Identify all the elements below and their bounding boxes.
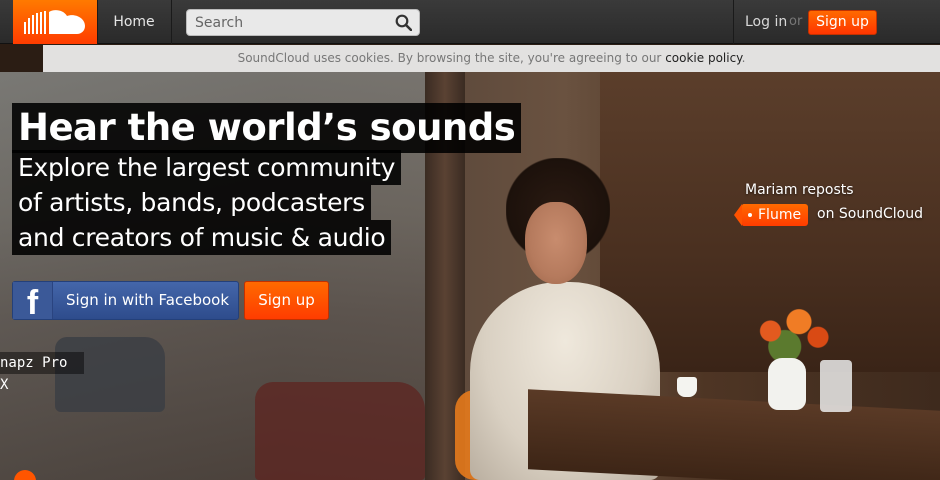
cloud-logo-icon	[24, 10, 85, 34]
flowers	[742, 300, 837, 362]
nav-divider	[733, 0, 734, 44]
facebook-signin-label: Sign in with Facebook	[66, 291, 230, 309]
facebook-icon: f	[13, 282, 53, 322]
vase	[768, 358, 806, 410]
cookie-notice: SoundCloud uses cookies. By browsing the…	[43, 45, 940, 72]
soundcloud-logo[interactable]	[13, 0, 97, 44]
top-nav-bar: Home Log in or Sign up	[0, 0, 940, 44]
hero-title: Hear the world’s sounds	[12, 103, 522, 153]
repost-text: Mariam reposts	[745, 182, 854, 198]
snapz-pro-label: napz Pro X	[0, 352, 84, 393]
signup-button-hero[interactable]: Sign up	[244, 281, 329, 320]
hero-subtitle-line: of artists, bands, podcasters	[12, 185, 371, 220]
cookie-suffix: .	[741, 51, 746, 65]
coffee-cup	[677, 377, 697, 397]
car-image	[55, 337, 165, 412]
hero-subtitle-line: Explore the largest community	[12, 150, 402, 185]
repost-suffix: on SoundCloud	[817, 206, 923, 222]
tag-hole-icon	[748, 213, 752, 217]
nav-divider	[171, 0, 172, 44]
or-text: or	[789, 14, 803, 29]
home-link[interactable]: Home	[97, 0, 171, 44]
woman-face	[525, 202, 587, 284]
search-icon[interactable]	[395, 14, 412, 31]
car-image	[255, 382, 425, 480]
cookie-message: SoundCloud uses cookies. By browsing the…	[237, 51, 666, 65]
hero-subtitle-line: and creators of music & audio	[12, 220, 392, 255]
search-input[interactable]	[187, 10, 387, 35]
cookie-policy-link[interactable]: cookie policy	[665, 51, 741, 65]
search-box	[186, 9, 420, 36]
repost-tag-button[interactable]: Flume	[734, 204, 808, 226]
sugar-jar	[820, 360, 852, 412]
login-link[interactable]: Log in	[745, 0, 787, 44]
facebook-signin-button[interactable]: f Sign in with Facebook	[12, 281, 239, 322]
cafe-table	[528, 389, 940, 480]
signup-button-top[interactable]: Sign up	[808, 10, 877, 35]
repost-tag-label: Flume	[758, 207, 802, 223]
